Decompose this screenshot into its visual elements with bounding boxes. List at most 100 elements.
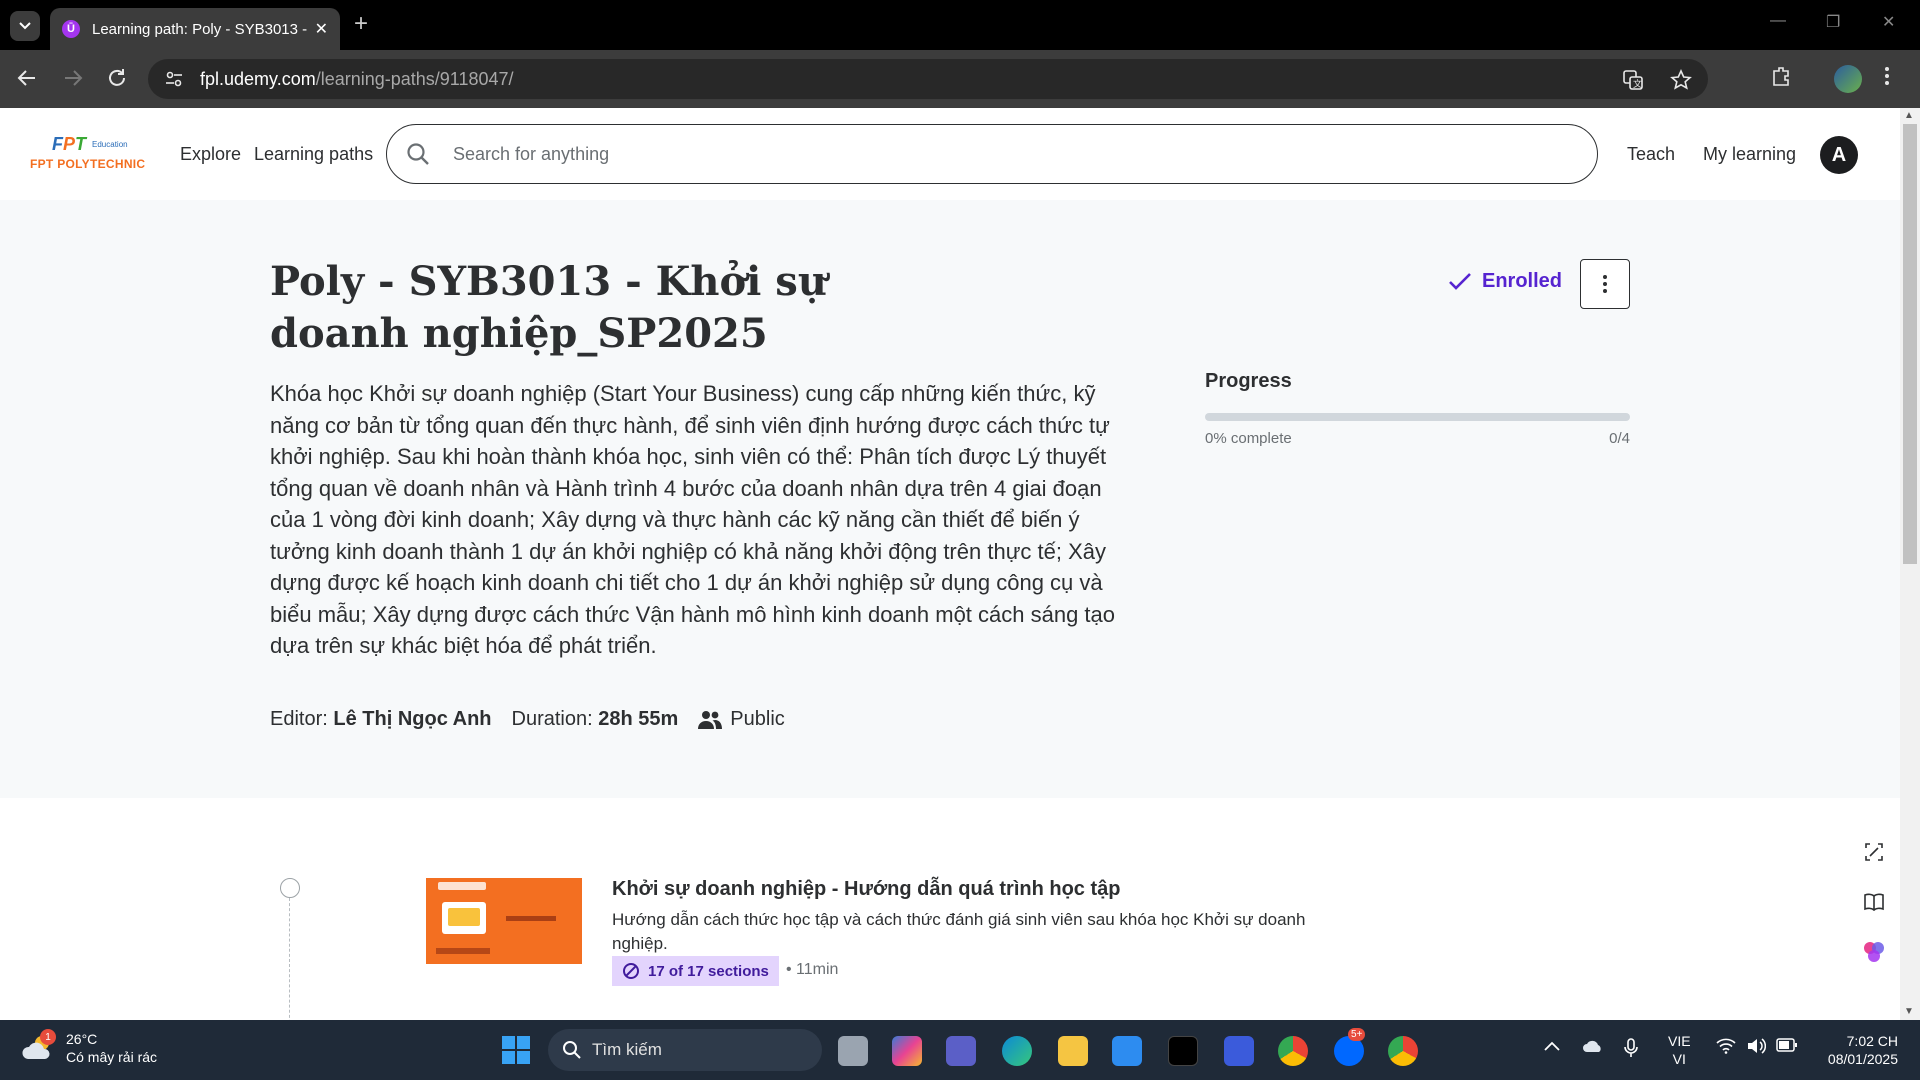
learning-paths-link[interactable]: Learning paths	[254, 144, 373, 165]
teams-icon[interactable]	[946, 1036, 976, 1066]
timeline-dot	[280, 878, 300, 898]
browser-toolbar: fpl.udemy.com/learning-paths/9118047/ 文	[0, 50, 1920, 108]
svg-text:文: 文	[1633, 78, 1642, 90]
back-arrow-icon	[17, 70, 35, 86]
course-title-link[interactable]: Khởi sự doanh nghiệp - Hướng dẫn quá trì…	[612, 878, 1121, 901]
site-info-icon[interactable]	[164, 69, 184, 89]
show-hidden-icons-icon[interactable]	[1544, 1038, 1560, 1056]
taskbar-search[interactable]: Tìm kiếm	[548, 1029, 822, 1071]
windows-taskbar: 1 26°C Có mây rải rác Tìm kiếm 5+ VIE VI	[0, 1020, 1920, 1080]
minimize-button[interactable]: —	[1770, 12, 1786, 30]
reading-mode-icon[interactable]	[1862, 890, 1886, 914]
browser-tab[interactable]: Ū Learning path: Poly - SYB3013 - ✕	[50, 8, 340, 50]
reload-button[interactable]	[106, 67, 128, 94]
path-meta: Editor: Lê Thị Ngọc Anh Duration: 28h 55…	[270, 708, 785, 731]
teach-link[interactable]: Teach	[1627, 144, 1675, 165]
progress-percent-text: 0% complete	[1205, 430, 1292, 447]
weather-widget[interactable]: 1 26°C Có mây rải rác	[22, 1029, 158, 1066]
user-avatar[interactable]: A	[1820, 136, 1858, 174]
url-text[interactable]: fpl.udemy.com/learning-paths/9118047/	[200, 69, 514, 90]
url-domain: fpl.udemy.com	[200, 68, 316, 89]
scrollbar-thumb[interactable]	[1903, 124, 1917, 564]
bookmark-star-icon[interactable]	[1670, 69, 1692, 91]
visual-search-icon[interactable]	[1862, 840, 1886, 864]
editor-name: Lê Thị Ngọc Anh	[333, 708, 492, 730]
progress-heading: Progress	[1205, 370, 1292, 392]
taskbar-search-label: Tìm kiếm	[592, 1040, 662, 1059]
more-options-button[interactable]	[1580, 259, 1630, 309]
tab-search-button[interactable]	[10, 11, 40, 41]
fpt-polytechnic-logo[interactable]: FPT Education FPT POLYTECHNIC	[30, 134, 156, 174]
chrome-menu-icon[interactable]	[1884, 65, 1890, 93]
forward-button[interactable]	[62, 67, 84, 94]
wifi-icon[interactable]	[1716, 1038, 1736, 1059]
tab-close-icon[interactable]: ✕	[315, 19, 328, 39]
translate-icon[interactable]: 文	[1622, 69, 1644, 91]
start-button[interactable]	[502, 1036, 530, 1064]
weather-badge: 1	[40, 1029, 56, 1045]
timeline-line	[289, 898, 290, 1028]
copilot-icon[interactable]	[892, 1036, 922, 1066]
back-button[interactable]	[16, 67, 38, 94]
zalo-icon[interactable]: 5+	[1334, 1028, 1366, 1066]
task-view-icon[interactable]	[838, 1036, 868, 1066]
search-icon	[563, 1041, 581, 1059]
course-description: Hướng dẫn cách thức học tập và cách thức…	[612, 910, 1306, 953]
file-explorer-icon[interactable]	[1058, 1036, 1088, 1066]
site-header: FPT Education FPT POLYTECHNIC Explore Le…	[0, 108, 1900, 200]
battery-icon[interactable]	[1776, 1038, 1798, 1057]
new-tab-button[interactable]: +	[354, 12, 368, 36]
restore-button[interactable]: ❐	[1826, 12, 1840, 32]
lang-top: VIE	[1668, 1033, 1691, 1049]
page-scrollbar[interactable]: ▲ ▼	[1900, 108, 1920, 1020]
tab-title: Learning path: Poly - SYB3013 -	[92, 20, 308, 38]
sections-count: 17 of 17 sections	[648, 962, 769, 980]
url-path: /learning-paths/9118047/	[315, 68, 514, 89]
explore-link[interactable]: Explore	[180, 144, 241, 165]
weather-cloud-icon: 1	[22, 1029, 56, 1063]
duration-value: 28h 55m	[598, 708, 679, 730]
microsoft-store-icon[interactable]	[1112, 1036, 1142, 1066]
enrolled-label: Enrolled	[1482, 270, 1563, 292]
clock-date: 08/01/2025	[1827, 1051, 1898, 1067]
forward-arrow-icon	[65, 70, 83, 86]
close-window-button[interactable]: ✕	[1882, 12, 1895, 32]
app-icon[interactable]	[1224, 1036, 1254, 1066]
page-title: Poly - SYB3013 - Khởi sự doanh nghiệp_SP…	[270, 258, 827, 357]
search-input[interactable]	[453, 143, 1553, 165]
system-clock[interactable]: 7:02 CH 08/01/2025	[1800, 1032, 1898, 1068]
microphone-icon[interactable]	[1624, 1038, 1638, 1063]
address-bar[interactable]: fpl.udemy.com/learning-paths/9118047/ 文	[148, 59, 1708, 99]
volume-icon[interactable]	[1746, 1038, 1767, 1059]
editor-label: Editor:	[270, 708, 328, 730]
logo-brand: FPT	[52, 134, 87, 154]
clock-time: 7:02 CH	[1846, 1033, 1898, 1049]
weather-condition: Có mây rải rác	[66, 1049, 158, 1065]
tiktok-icon[interactable]	[1168, 1036, 1198, 1066]
lang-bottom: VI	[1672, 1051, 1686, 1067]
course-thumbnail[interactable]	[426, 878, 582, 964]
scroll-up-arrow-icon[interactable]: ▲	[1904, 110, 1914, 121]
logo-name: FPT POLYTECHNIC	[30, 157, 146, 171]
extensions-icon[interactable]	[1770, 65, 1792, 93]
browser-profile-avatar[interactable]	[1834, 65, 1862, 93]
progress-circle-icon	[623, 963, 639, 979]
logo-edu-text: Education	[92, 140, 128, 149]
onedrive-icon[interactable]	[1582, 1038, 1604, 1059]
chrome-icon[interactable]	[1278, 1036, 1308, 1066]
more-vertical-icon	[1603, 275, 1607, 293]
people-icon	[698, 710, 723, 729]
edge-icon[interactable]	[1002, 1036, 1032, 1066]
temperature: 26°C	[66, 1031, 98, 1047]
my-learning-link[interactable]: My learning	[1703, 144, 1796, 165]
duration-label: Duration:	[511, 708, 593, 730]
ai-assistant-icon[interactable]	[1862, 940, 1886, 964]
reload-icon	[109, 69, 125, 86]
chrome-profile-icon[interactable]	[1388, 1036, 1418, 1066]
search-icon[interactable]	[405, 141, 431, 167]
scroll-down-arrow-icon[interactable]: ▼	[1904, 1006, 1914, 1017]
search-bar[interactable]	[386, 124, 1598, 184]
path-content-list: Khởi sự doanh nghiệp - Hướng dẫn quá trì…	[0, 798, 1900, 1028]
visibility-label: Public	[730, 708, 785, 730]
input-language[interactable]: VIE VI	[1668, 1032, 1691, 1068]
